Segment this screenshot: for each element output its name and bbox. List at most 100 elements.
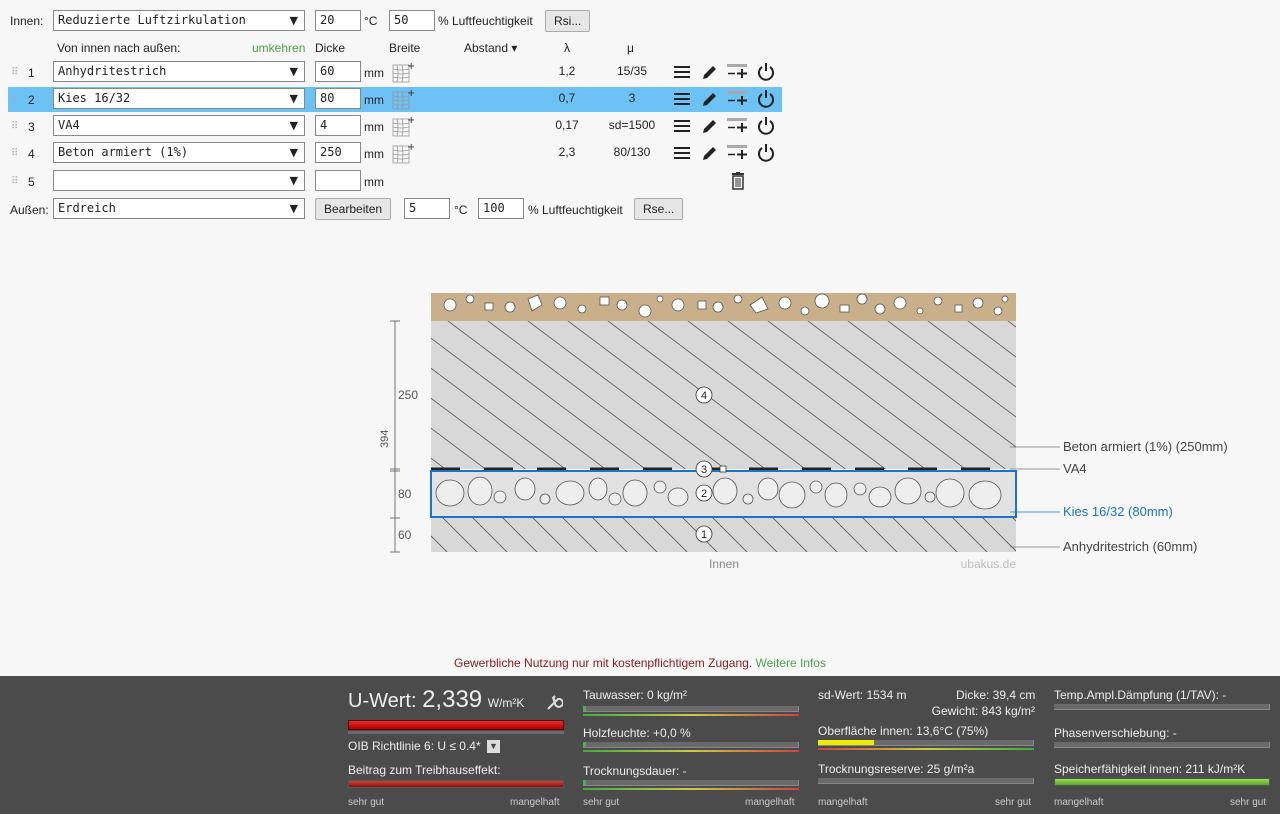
- scale-bad: mangelhaft: [510, 797, 560, 808]
- layer-material-select[interactable]: VA4 ▼: [53, 115, 305, 136]
- dropdown-arrow-icon: ▼: [289, 92, 298, 105]
- dropdown-arrow-icon: ▼: [289, 119, 298, 132]
- notice-text: Gewerbliche Nutzung nur mit kostenpflich…: [454, 656, 753, 670]
- rsi-button[interactable]: Rsi...: [545, 10, 591, 32]
- menu-icon[interactable]: [673, 118, 691, 134]
- outer-climate-value: Erdreich: [58, 201, 116, 215]
- inner-humidity-label: % Luftfeuchtigkeit: [438, 14, 533, 28]
- drag-handle-icon[interactable]: ⠿: [11, 67, 18, 78]
- edit-pencil-icon[interactable]: [701, 117, 719, 135]
- reverse-link[interactable]: umkehren: [252, 41, 305, 55]
- scale-good: sehr gut: [348, 797, 385, 808]
- inhomogeneous-layer-icon[interactable]: +: [392, 142, 414, 164]
- leader-lines: [1010, 446, 1060, 548]
- layer-material-select[interactable]: ▼: [53, 170, 305, 191]
- holzfeuchte-bar: [583, 742, 799, 748]
- lambda-header: λ: [564, 41, 570, 55]
- phase-bar: [1054, 742, 1270, 748]
- u-value-display: U-Wert: 2,339 W/m²K: [348, 688, 524, 715]
- layer-index: 4: [28, 147, 35, 161]
- edit-pencil-icon[interactable]: [701, 63, 719, 81]
- u-unit: W/m²K: [487, 696, 525, 710]
- power-toggle-icon[interactable]: [756, 62, 776, 82]
- layer-thickness-input[interactable]: [315, 170, 361, 191]
- scale-bad-2: mangelhaft: [745, 797, 795, 808]
- layer-thickness-unit: mm: [364, 175, 384, 189]
- label-anhydrit: Anhydritestrich (60mm): [1063, 539, 1197, 554]
- insert-layer-icon[interactable]: [726, 115, 750, 135]
- insert-layer-icon[interactable]: [726, 61, 750, 81]
- inhomogeneous-layer-icon[interactable]: +: [392, 115, 414, 137]
- trash-icon[interactable]: [730, 172, 746, 190]
- layer-index: 2: [28, 93, 35, 107]
- dropdown-arrow-icon: ▼: [289, 202, 298, 215]
- svg-text:+: +: [407, 88, 414, 99]
- scale-bad-3: mangelhaft: [818, 797, 868, 808]
- layer-material-select[interactable]: Kies 16/32 ▼: [53, 88, 305, 109]
- outer-temp-input[interactable]: 5: [404, 198, 450, 219]
- dim-total: 394: [379, 430, 391, 448]
- layer-material-select[interactable]: Beton armiert (1%) ▼: [53, 142, 305, 163]
- menu-icon[interactable]: [673, 91, 691, 107]
- u-value-bar: [348, 720, 564, 730]
- edit-pencil-icon[interactable]: [701, 90, 719, 108]
- drag-handle-icon[interactable]: ⠿: [11, 121, 18, 132]
- insert-layer-icon[interactable]: [726, 88, 750, 108]
- menu-icon[interactable]: [673, 64, 691, 80]
- speicher-label: Speicherfähigkeit innen: 211 kJ/m²K: [1054, 762, 1246, 776]
- edit-pencil-icon[interactable]: [701, 144, 719, 162]
- power-toggle-icon[interactable]: [756, 143, 776, 163]
- layer-material-select[interactable]: Anhydritestrich ▼: [53, 61, 305, 82]
- layer-mu: 3: [628, 91, 636, 105]
- marker-4: 4: [701, 390, 707, 402]
- inhomogeneous-layer-icon[interactable]: +: [392, 88, 414, 110]
- outer-humidity-input[interactable]: 100: [478, 198, 524, 219]
- inner-temp-input[interactable]: 20: [315, 10, 361, 31]
- tauwasser-label: Tauwasser: 0 kg/m²: [583, 688, 688, 702]
- tav-label: Temp.Ampl.Dämpfung (1/TAV): -: [1054, 688, 1227, 702]
- outer-climate-select[interactable]: Erdreich ▼: [53, 198, 305, 219]
- more-info-link[interactable]: Weitere Infos: [756, 656, 826, 670]
- insert-layer-icon[interactable]: [726, 142, 750, 162]
- label-kies: Kies 16/32 (80mm): [1063, 504, 1173, 519]
- outer-humidity-label: % Luftfeuchtigkeit: [528, 203, 623, 217]
- layer-thickness-input[interactable]: 80: [315, 88, 361, 109]
- inner-climate-select[interactable]: Reduzierte Luftzirkulation ▼: [53, 10, 305, 31]
- layer-thickness-unit: mm: [364, 120, 384, 134]
- power-toggle-icon[interactable]: [756, 89, 776, 109]
- drag-handle-icon[interactable]: ⠿: [11, 148, 18, 159]
- outer-label: Außen:: [10, 203, 49, 217]
- marker-3: 3: [701, 464, 707, 476]
- layer-thickness-input[interactable]: 250: [315, 142, 361, 163]
- u-value: 2,339: [422, 686, 483, 713]
- cross-section-diagram: 250 80 60 394 4 3 2 1 Beton armiert (1%)…: [379, 293, 1228, 571]
- layer-mu: 15/35: [616, 64, 648, 78]
- drag-handle-icon[interactable]: ⠿: [11, 94, 18, 105]
- outer-temp-unit: °C: [454, 203, 468, 217]
- layer-thickness-input[interactable]: 4: [315, 115, 361, 136]
- spacing-header[interactable]: Abstand ▾: [464, 41, 517, 55]
- inner-humidity-input[interactable]: 50: [389, 10, 435, 31]
- scale-bad-4: mangelhaft: [1054, 797, 1104, 808]
- layer-thickness-unit: mm: [364, 66, 384, 80]
- scale-good-4: sehr gut: [1230, 797, 1267, 808]
- layer-thickness-input[interactable]: 60: [315, 61, 361, 82]
- oib-dropdown-icon[interactable]: ▼: [486, 740, 500, 754]
- rse-button[interactable]: Rse...: [634, 198, 684, 220]
- edit-button[interactable]: Bearbeiten: [315, 198, 392, 220]
- commercial-notice: Gewerbliche Nutzung nur mit kostenpflich…: [0, 656, 1280, 670]
- wrench-icon[interactable]: [545, 694, 563, 712]
- speicher-bar: [1054, 778, 1270, 786]
- trocknung-scale: [583, 788, 799, 790]
- direction-label: Von innen nach außen:: [57, 41, 181, 55]
- menu-icon[interactable]: [673, 145, 691, 161]
- layer-index: 5: [28, 175, 35, 189]
- drag-handle-icon[interactable]: ⠿: [11, 176, 18, 187]
- dim-80: 80: [398, 487, 412, 501]
- layer-material-value: Anhydritestrich: [58, 64, 167, 78]
- watermark: ubakus.de: [961, 557, 1017, 571]
- dropdown-arrow-icon: ▼: [289, 174, 298, 187]
- layer-lambda: 2,3: [558, 145, 576, 159]
- inhomogeneous-layer-icon[interactable]: +: [392, 61, 414, 83]
- power-toggle-icon[interactable]: [756, 116, 776, 136]
